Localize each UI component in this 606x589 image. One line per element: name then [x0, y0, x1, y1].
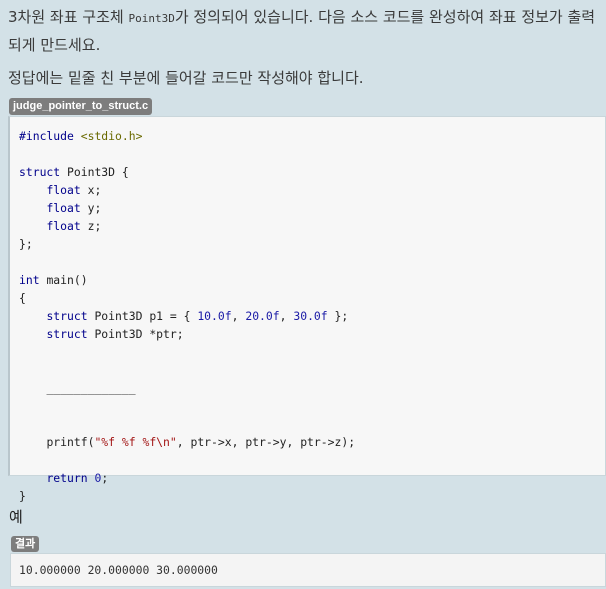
value-2: 20.0f: [245, 309, 280, 323]
p1-declaration: Point3D p1 = {: [94, 309, 198, 323]
keyword-return: return: [46, 471, 88, 485]
main-close-brace: }: [19, 489, 26, 503]
result-output-box[interactable]: 10.000000 20.000000 30.000000: [10, 553, 606, 587]
description-line-1: 3차원 좌표 구조체 Point3D가 정의되어 있습니다. 다음 소스 코드를…: [8, 4, 604, 59]
semicolon: ;: [101, 471, 109, 485]
result-output-text: 10.000000 20.000000 30.000000: [19, 563, 218, 577]
keyword-struct: struct: [46, 309, 88, 323]
include-header: <stdio.h>: [80, 129, 143, 143]
keyword-struct: struct: [19, 165, 61, 179]
file-name-tag: judge_pointer_to_struct.c: [9, 98, 153, 115]
inline-code-point3d: Point3D: [128, 12, 175, 25]
value-3: 30.0f: [293, 309, 328, 323]
printf-call: printf(: [46, 435, 95, 449]
answer-blank: _____________: [46, 381, 136, 395]
struct-end: };: [19, 237, 33, 251]
value-1: 10.0f: [197, 309, 232, 323]
include-directive: #include: [19, 129, 74, 143]
ptr-declaration: Point3D *ptr;: [94, 327, 184, 341]
keyword-struct: struct: [46, 327, 88, 341]
problem-description: 3차원 좌표 구조체 Point3D가 정의되어 있습니다. 다음 소스 코드를…: [8, 4, 604, 92]
main-open-brace: {: [19, 291, 26, 305]
struct-name: Point3D {: [67, 165, 129, 179]
main-signature: main(): [46, 273, 88, 287]
example-heading: 예: [9, 508, 23, 526]
code-block[interactable]: #include <stdio.h> struct Point3D { floa…: [8, 116, 606, 503]
keyword-float: float: [46, 201, 81, 215]
field-x: x;: [87, 183, 102, 197]
field-z: z;: [87, 219, 102, 233]
keyword-float: float: [46, 183, 81, 197]
description-text: 3차원 좌표 구조체: [8, 8, 129, 26]
result-label-tag: 결과: [11, 536, 40, 552]
p1-declaration-end: };: [327, 309, 349, 323]
keyword-float: float: [46, 219, 81, 233]
source-code[interactable]: #include <stdio.h> struct Point3D { floa…: [10, 117, 605, 505]
description-line-2: 정답에는 밑줄 친 부분에 들어갈 코드만 작성해야 합니다.: [8, 69, 364, 87]
printf-format-string: "%f %f %f\n": [94, 435, 177, 449]
keyword-int: int: [19, 273, 40, 287]
printf-args: , ptr->x, ptr->y, ptr->z);: [176, 435, 356, 449]
field-y: y;: [87, 201, 102, 215]
